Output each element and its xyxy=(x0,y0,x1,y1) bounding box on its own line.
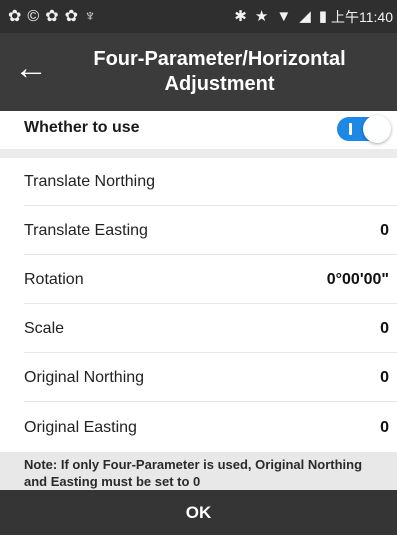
back-arrow-icon[interactable]: ← xyxy=(14,51,48,85)
field-value[interactable]: 0 xyxy=(380,369,389,387)
status-time: 上午11:40 xyxy=(331,9,393,25)
toggle-knob xyxy=(363,115,391,143)
status-right-icons: ✱ ★ ▼ ◢ ▮ 上午11:40 xyxy=(226,7,393,27)
field-value[interactable]: 0 xyxy=(380,222,389,240)
screen: ✿ © ✿ ✿ ♆ ✱ ★ ▼ ◢ ▮ 上午11:40 ← Four-Param… xyxy=(0,0,397,535)
field-label: Scale xyxy=(24,320,65,337)
status-left-icons: ✿ © ✿ ✿ ♆ xyxy=(8,7,102,27)
bottom-bar: OK xyxy=(0,490,397,535)
field-row-translate-northing[interactable]: Translate Northing xyxy=(0,158,397,206)
field-label: Original Northing xyxy=(24,369,145,386)
usb-icon: ♆ xyxy=(84,8,97,25)
whether-to-use-row: Whether to use xyxy=(0,111,397,149)
field-value[interactable]: 0 xyxy=(380,419,389,437)
status-bar: ✿ © ✿ ✿ ♆ ✱ ★ ▼ ◢ ▮ 上午11:40 xyxy=(0,0,397,33)
field-label: Original Easting xyxy=(24,419,137,436)
wifi-icon: ▼ xyxy=(276,8,292,25)
notification-icon: ✿ xyxy=(8,8,22,25)
battery-icon: ▮ xyxy=(318,8,327,25)
star-icon: ★ xyxy=(254,8,269,25)
whether-to-use-toggle[interactable] xyxy=(337,115,391,143)
field-row-scale[interactable]: Scale 0 xyxy=(0,304,397,353)
app-bar: ← Four-Parameter/Horizontal Adjustment xyxy=(0,33,397,111)
section-divider xyxy=(0,149,397,158)
toggle-on-mark-icon xyxy=(349,123,352,135)
field-row-rotation[interactable]: Rotation 0°00'00" xyxy=(0,255,397,304)
note-text: Note: If only Four-Parameter is used, Or… xyxy=(24,457,363,489)
ok-button[interactable]: OK xyxy=(0,490,397,535)
sync-icon: © xyxy=(27,8,40,25)
field-label: Translate Easting xyxy=(24,222,148,239)
field-label: Translate Northing xyxy=(24,173,156,190)
notification-icon: ✿ xyxy=(64,8,79,25)
field-value[interactable]: 0°00'00" xyxy=(327,271,389,289)
field-label: Rotation xyxy=(24,271,84,288)
whether-to-use-label: Whether to use xyxy=(24,119,140,136)
field-value[interactable]: 0 xyxy=(380,320,389,338)
field-row-original-northing[interactable]: Original Northing 0 xyxy=(0,353,397,402)
notification-icon: ✿ xyxy=(45,8,59,25)
field-row-translate-easting[interactable]: Translate Easting 0 xyxy=(0,206,397,255)
field-row-original-easting[interactable]: Original Easting 0 xyxy=(0,402,397,452)
note-banner: Note: If only Four-Parameter is used, Or… xyxy=(0,452,397,490)
bluetooth-icon: ✱ xyxy=(234,8,247,25)
signal-icon: ◢ xyxy=(299,8,311,25)
page-title: Four-Parameter/Horizontal Adjustment xyxy=(93,48,346,95)
